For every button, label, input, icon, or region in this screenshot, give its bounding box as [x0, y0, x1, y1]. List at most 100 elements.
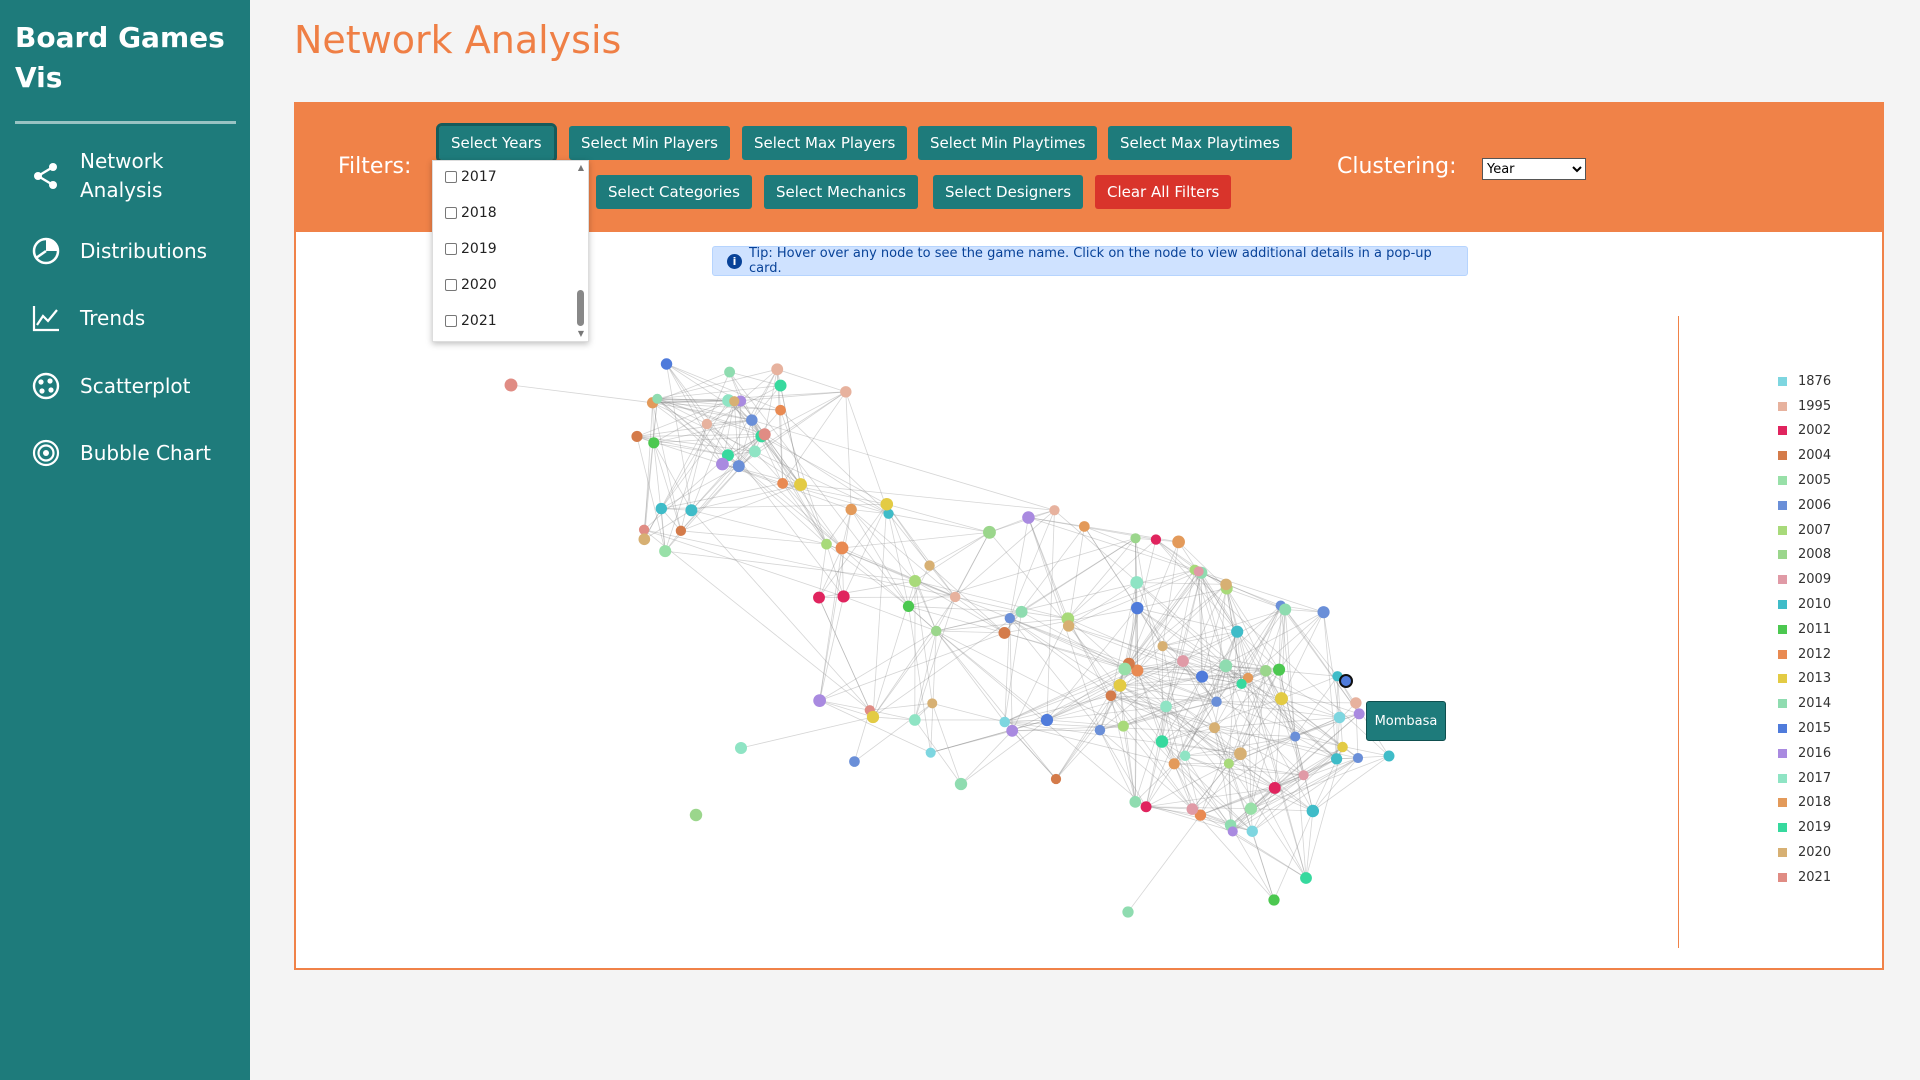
graph-node[interactable]	[734, 741, 748, 755]
graph-node[interactable]	[1219, 659, 1233, 673]
graph-node[interactable]	[1050, 773, 1062, 785]
graph-node[interactable]	[845, 503, 857, 516]
graph-node[interactable]	[652, 393, 663, 404]
graph-node[interactable]	[732, 460, 745, 473]
graph-node[interactable]	[1234, 747, 1247, 761]
graph-node[interactable]	[1330, 753, 1343, 765]
graph-node[interactable]	[1209, 722, 1220, 734]
graph-node[interactable]	[1268, 782, 1281, 794]
graph-node[interactable]	[1117, 720, 1129, 732]
graph-node[interactable]	[638, 533, 651, 546]
graph-node[interactable]	[701, 418, 713, 430]
graph-node[interactable]	[1022, 511, 1035, 524]
graph-node[interactable]	[685, 504, 698, 517]
graph-node[interactable]	[909, 575, 921, 587]
graph-node[interactable]	[729, 396, 740, 407]
graph-node[interactable]	[655, 502, 668, 515]
graph-node[interactable]	[1131, 601, 1144, 615]
graph-node[interactable]	[1223, 758, 1234, 769]
graph-node[interactable]	[866, 710, 880, 724]
graph-node[interactable]	[1279, 603, 1292, 616]
graph-node[interactable]	[748, 445, 761, 458]
graph-node[interactable]	[777, 478, 788, 489]
graph-node[interactable]	[775, 404, 786, 416]
graph-node[interactable]	[949, 591, 961, 603]
graph-node[interactable]	[1006, 724, 1019, 737]
graph-node[interactable]	[1129, 796, 1142, 808]
graph-node[interactable]	[1268, 894, 1280, 906]
graph-node[interactable]	[1094, 724, 1106, 736]
graph-node[interactable]	[1105, 690, 1117, 702]
graph-node[interactable]	[794, 478, 807, 491]
graph-node[interactable]	[1179, 750, 1191, 762]
graph-node[interactable]	[631, 430, 643, 442]
graph-node[interactable]	[771, 363, 784, 376]
nav-trends[interactable]: Trends	[30, 302, 245, 334]
nav-bubble-chart[interactable]: Bubble Chart	[30, 437, 245, 469]
graph-node[interactable]	[1211, 696, 1222, 707]
graph-node[interactable]	[1300, 872, 1312, 884]
graph-node[interactable]	[999, 716, 1010, 728]
nav-network-analysis[interactable]: Network Analysis	[30, 147, 245, 205]
graph-node[interactable]	[925, 747, 936, 758]
graph-node[interactable]	[1306, 804, 1320, 818]
graph-node[interactable]	[1196, 670, 1209, 683]
graph-node[interactable]	[1177, 655, 1189, 667]
graph-node[interactable]	[954, 777, 968, 791]
graph-node[interactable]	[1353, 708, 1365, 720]
graph-node[interactable]	[1168, 758, 1180, 770]
graph-node[interactable]	[746, 414, 758, 426]
hovered-graph-node[interactable]	[1339, 674, 1353, 688]
graph-node[interactable]	[1130, 576, 1144, 589]
graph-node[interactable]	[1049, 505, 1060, 516]
graph-node[interactable]	[1220, 578, 1232, 591]
graph-node[interactable]	[1350, 697, 1362, 709]
graph-node[interactable]	[716, 457, 729, 471]
graph-node[interactable]	[813, 694, 826, 707]
graph-node[interactable]	[1113, 679, 1127, 692]
graph-node[interactable]	[1260, 664, 1272, 677]
graph-node[interactable]	[648, 437, 660, 449]
graph-node[interactable]	[774, 379, 787, 392]
graph-node[interactable]	[983, 525, 996, 539]
graph-node[interactable]	[1275, 692, 1289, 706]
graph-node[interactable]	[1352, 752, 1364, 764]
graph-node[interactable]	[504, 378, 518, 392]
graph-node[interactable]	[1118, 662, 1132, 676]
graph-node[interactable]	[1333, 711, 1346, 724]
graph-node[interactable]	[1130, 533, 1141, 544]
graph-node[interactable]	[1150, 534, 1162, 545]
graph-node[interactable]	[1290, 731, 1301, 742]
graph-node[interactable]	[849, 756, 860, 767]
graph-node[interactable]	[1015, 605, 1028, 618]
graph-node[interactable]	[835, 541, 849, 555]
nav-distributions[interactable]: Distributions	[30, 235, 245, 267]
graph-node[interactable]	[689, 808, 703, 822]
graph-node[interactable]	[675, 525, 687, 536]
graph-node[interactable]	[837, 590, 850, 603]
graph-node[interactable]	[1062, 620, 1075, 632]
graph-node[interactable]	[1140, 801, 1152, 813]
graph-node[interactable]	[927, 698, 938, 709]
nav-scatterplot[interactable]: Scatterplot	[30, 370, 245, 402]
graph-node[interactable]	[908, 714, 921, 726]
graph-node[interactable]	[821, 538, 832, 550]
graph-node[interactable]	[1244, 802, 1258, 815]
graph-node[interactable]	[1383, 750, 1395, 762]
graph-node[interactable]	[998, 626, 1011, 639]
graph-node[interactable]	[724, 366, 736, 378]
graph-node[interactable]	[1193, 566, 1204, 577]
graph-node[interactable]	[1155, 735, 1169, 748]
graph-node[interactable]	[1273, 663, 1286, 676]
graph-node[interactable]	[1231, 625, 1244, 638]
graph-node[interactable]	[1157, 640, 1168, 652]
graph-node[interactable]	[1317, 606, 1330, 619]
graph-node[interactable]	[1298, 770, 1309, 781]
graph-node[interactable]	[1160, 700, 1172, 713]
graph-node[interactable]	[1040, 713, 1054, 727]
graph-node[interactable]	[1078, 521, 1090, 532]
graph-node[interactable]	[1004, 613, 1015, 624]
graph-node[interactable]	[758, 428, 771, 441]
graph-node[interactable]	[1122, 906, 1134, 918]
graph-node[interactable]	[1337, 741, 1348, 753]
